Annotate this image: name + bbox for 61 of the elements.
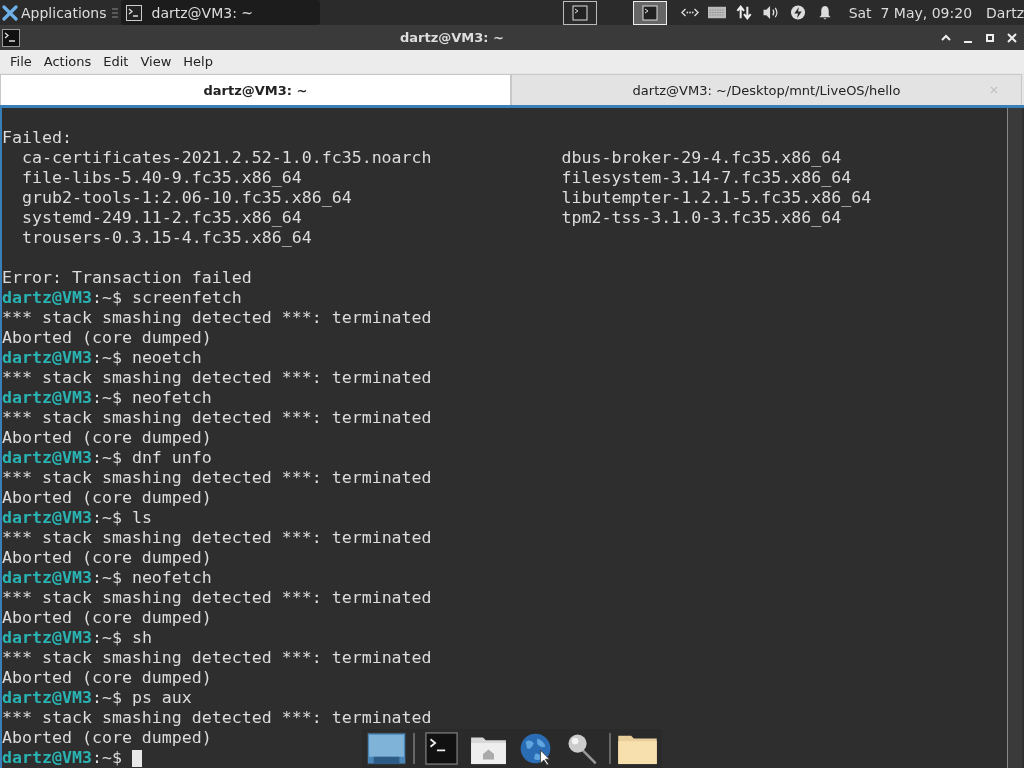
- transfer-arrows-icon[interactable]: [734, 5, 753, 20]
- prompt-line: dartz@VM3:~$ ls: [2, 508, 152, 528]
- package-name: trousers-0.3.15-4.fc35.x86_64: [21, 228, 313, 248]
- menu-item[interactable]: Help: [177, 54, 219, 69]
- prompt-line: dartz@VM3:~$: [2, 748, 122, 768]
- terminal-line: *** stack smashing detected ***: terminated: [2, 468, 432, 488]
- terminal-line: *** stack smashing detected ***: terminated: [2, 588, 432, 608]
- terminal-line: Error: Transaction failed: [2, 268, 252, 288]
- prompt-line: dartz@VM3:~$ neofetch: [2, 388, 212, 408]
- terminal-line: *** stack smashing detected ***: terminated: [2, 408, 432, 428]
- terminal-icon: [125, 4, 142, 21]
- terminal-line: *** stack smashing detected ***: terminated: [2, 528, 432, 548]
- scrollbar[interactable]: [1007, 108, 1022, 768]
- terminal-line: Aborted (core dumped): [2, 668, 212, 688]
- package-name: systemd-249.11-2.fc35.x86_64: [21, 208, 303, 228]
- menu-item[interactable]: Actions: [37, 54, 98, 69]
- terminal-line: *** stack smashing detected ***: terminated: [2, 368, 432, 388]
- user-menu[interactable]: Dartz: [986, 4, 1024, 21]
- terminal-tab[interactable]: dartz@VM3: ~: [0, 74, 511, 105]
- prompt-line: dartz@VM3:~$ ps aux: [2, 688, 192, 708]
- terminal-line: *** stack smashing detected ***: terminated: [2, 308, 432, 328]
- package-name: ca-certificates-2021.2.52-1.0.fc35.noarch: [21, 148, 433, 168]
- terminal-icon: [571, 4, 588, 21]
- menu-item[interactable]: Edit: [97, 54, 135, 69]
- terminal-line: Aborted (core dumped): [2, 728, 212, 748]
- window-title: dartz@VM3: ~: [400, 30, 504, 45]
- terminal-line: Aborted (core dumped): [2, 488, 212, 508]
- taskbar-window-button[interactable]: dartz@VM3: ~: [120, 0, 320, 25]
- terminal-icon: [2, 28, 20, 47]
- package-name: grub2-tools-1:2.06-10.fc35.x86_64: [21, 188, 353, 208]
- package-name: dbus-broker-29-4.fc35.x86_64: [561, 148, 842, 168]
- keyboard-icon[interactable]: [707, 5, 726, 20]
- menu-item[interactable]: View: [134, 54, 178, 69]
- prompt-line: dartz@VM3:~$ neofetch: [2, 568, 212, 588]
- terminal-line: *** stack smashing detected ***: terminated: [2, 648, 432, 668]
- terminal-line: Aborted (core dumped): [2, 328, 212, 348]
- package-name: filesystem-3.14-7.fc35.x86_64: [561, 168, 852, 188]
- terminal-line: Failed:: [2, 128, 72, 148]
- workspace-button[interactable]: [562, 0, 597, 25]
- prompt-line: dartz@VM3:~$ dnf unfo: [2, 448, 212, 468]
- package-name: tpm2-tss-3.1.0-3.fc35.x86_64: [561, 208, 842, 228]
- prompt-line: dartz@VM3:~$ neoetch: [2, 348, 202, 368]
- power-icon[interactable]: [788, 5, 807, 20]
- prompt-line: dartz@VM3:~$ screenfetch: [2, 288, 242, 308]
- prompt-line: dartz@VM3:~$ sh: [2, 628, 152, 648]
- terminal-line: Aborted (core dumped): [2, 428, 212, 448]
- package-name: file-libs-5.40-9.fc35.x86_64: [21, 168, 303, 188]
- package-name: libutempter-1.2.1-5.fc35.x86_64: [561, 188, 872, 208]
- show-desktop-icon[interactable]: [366, 732, 407, 765]
- terminal-line: Aborted (core dumped): [2, 608, 212, 628]
- applications-menu[interactable]: Applications: [0, 0, 109, 25]
- volume-icon[interactable]: [761, 5, 780, 20]
- terminal-line: Aborted (core dumped): [2, 548, 212, 568]
- clock[interactable]: Sat 7 May, 09:20: [848, 4, 973, 21]
- menu-item[interactable]: File: [4, 54, 38, 69]
- maximize-icon[interactable]: [984, 31, 996, 44]
- terminal-line: *** stack smashing detected ***: terminated: [2, 708, 432, 728]
- separator-handle-icon: [111, 5, 118, 20]
- terminal-icon: [641, 4, 658, 21]
- terminal-tab[interactable]: dartz@VM3: ~/Desktop/mnt/LiveOS/hello: [511, 74, 1022, 105]
- x-logo-icon: [2, 4, 18, 21]
